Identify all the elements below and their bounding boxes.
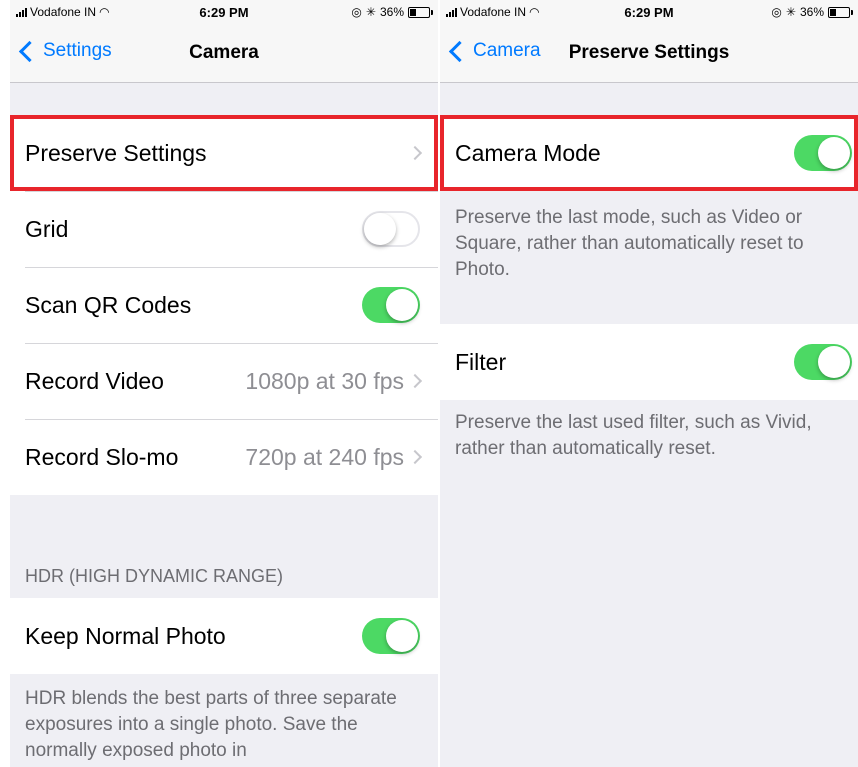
chevron-right-icon — [407, 373, 423, 389]
row-label: Camera Mode — [455, 139, 601, 166]
camera-settings-list: Preserve Settings Grid Scan QR Codes Rec… — [10, 115, 438, 495]
grid-toggle[interactable] — [362, 211, 420, 247]
row-label: Preserve Settings — [25, 139, 207, 166]
record-slo-mo-row[interactable]: Record Slo-mo 720p at 240 fps — [10, 419, 438, 495]
row-label: Grid — [25, 215, 69, 242]
rotation-lock-icon: ◎ — [351, 5, 362, 19]
grid-row: Grid — [10, 191, 438, 267]
preserve-settings-row[interactable]: Preserve Settings — [10, 115, 438, 191]
filter-group: Filter — [440, 324, 858, 400]
hdr-footer-text: HDR blends the best parts of three separ… — [25, 688, 397, 761]
camera-mode-toggle[interactable] — [794, 135, 852, 171]
row-value: 720p at 240 fps — [245, 443, 404, 470]
filter-toggle[interactable] — [794, 344, 852, 380]
scan-qr-codes-row: Scan QR Codes — [10, 267, 438, 343]
hdr-section-header: HDR (HIGH DYNAMIC RANGE) — [25, 566, 284, 586]
status-bar: Vodafone IN ◠ 6:29 PM ◎ ✳ 36% — [440, 0, 858, 24]
row-label: Filter — [455, 348, 507, 375]
record-video-row[interactable]: Record Video 1080p at 30 fps — [10, 343, 438, 419]
filter-row: Filter — [440, 324, 858, 400]
row-label: Record Slo-mo — [25, 443, 179, 470]
navigation-bar: Settings Camera — [10, 24, 438, 83]
battery-percent: 36% — [379, 5, 404, 19]
battery-percent: 36% — [799, 5, 824, 19]
rotation-lock-icon: ◎ — [771, 5, 782, 19]
scan-qr-codes-toggle[interactable] — [362, 287, 420, 323]
camera-mode-group: Camera Mode — [440, 115, 858, 191]
keep-normal-photo-toggle[interactable] — [362, 618, 420, 654]
camera-settings-screen: Vodafone IN ◠ 6:29 PM ◎ ✳ 36% Settings C… — [10, 0, 438, 767]
navigation-bar: Camera Preserve Settings — [440, 24, 858, 83]
hdr-settings-list: Keep Normal Photo — [10, 598, 438, 674]
chevron-right-icon — [407, 145, 423, 161]
row-label: Scan QR Codes — [25, 291, 192, 318]
battery-icon — [828, 6, 853, 18]
battery-icon — [408, 6, 433, 18]
page-title: Preserve Settings — [568, 42, 730, 63]
row-label: Keep Normal Photo — [25, 622, 226, 649]
page-title: Camera — [189, 42, 259, 63]
chevron-right-icon — [407, 449, 423, 465]
row-value: 1080p at 30 fps — [245, 367, 404, 394]
bluetooth-icon: ✳ — [365, 5, 376, 19]
filter-footer-text: Preserve the last used filter, such as V… — [455, 412, 812, 459]
camera-mode-footer-text: Preserve the last mode, such as Video or… — [455, 207, 804, 280]
row-label: Record Video — [25, 367, 164, 394]
preserve-settings-screen: Vodafone IN ◠ 6:29 PM ◎ ✳ 36% Camera Pre… — [440, 0, 858, 767]
bluetooth-icon: ✳ — [785, 5, 796, 19]
status-bar: Vodafone IN ◠ 6:29 PM ◎ ✳ 36% — [10, 0, 438, 24]
keep-normal-photo-row: Keep Normal Photo — [10, 598, 438, 674]
camera-mode-row: Camera Mode — [440, 115, 858, 191]
